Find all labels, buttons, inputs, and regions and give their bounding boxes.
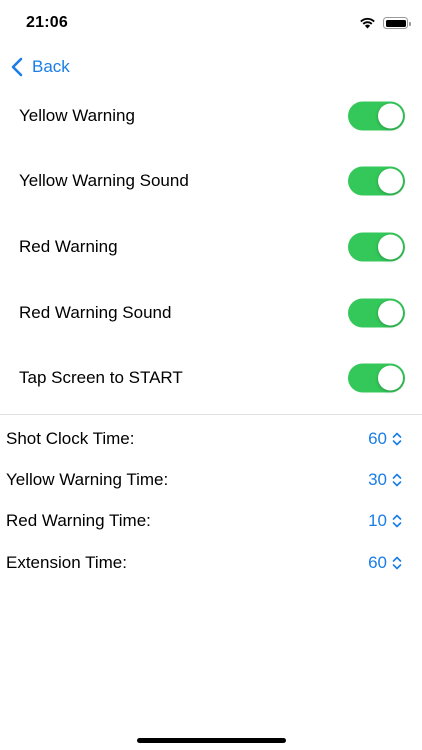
battery-level bbox=[385, 19, 406, 27]
yellow-warning-switch[interactable] bbox=[348, 101, 405, 131]
back-button[interactable]: Back bbox=[10, 55, 70, 79]
status-bar: 21:06 bbox=[0, 0, 422, 50]
battery-icon bbox=[383, 17, 411, 29]
red-warning-switch[interactable] bbox=[348, 232, 405, 262]
toggle-label: Tap Screen to START bbox=[19, 368, 183, 388]
picker-label: Extension Time: bbox=[6, 552, 127, 572]
tap-screen-to-start-switch[interactable] bbox=[348, 363, 405, 393]
section-divider bbox=[0, 414, 422, 415]
shot-clock-time-picker[interactable]: 60 bbox=[368, 429, 402, 449]
red-warning-sound-switch[interactable] bbox=[348, 298, 405, 328]
red-warning-time-picker[interactable]: 10 bbox=[368, 511, 402, 531]
extension-time-picker[interactable]: 60 bbox=[368, 553, 402, 573]
chevron-up-down-icon bbox=[392, 473, 402, 487]
status-icons bbox=[359, 17, 411, 29]
toggle-row-red-warning: Red Warning bbox=[0, 214, 422, 280]
yellow-warning-time-picker[interactable]: 30 bbox=[368, 470, 402, 490]
picker-row-shot-clock-time: Shot Clock Time: 60 bbox=[0, 418, 422, 459]
toggle-row-yellow-warning-sound: Yellow Warning Sound bbox=[0, 149, 422, 215]
toggle-label: Yellow Warning bbox=[19, 105, 135, 125]
switch-knob bbox=[378, 234, 403, 260]
switch-knob bbox=[378, 168, 403, 194]
toggle-label: Yellow Warning Sound bbox=[19, 171, 189, 191]
toggle-row-red-warning-sound: Red Warning Sound bbox=[0, 280, 422, 346]
picker-label: Yellow Warning Time: bbox=[6, 469, 169, 489]
home-indicator[interactable] bbox=[137, 738, 286, 743]
toggle-settings-list: Yellow Warning Yellow Warning Sound Red … bbox=[0, 83, 422, 411]
chevron-up-down-icon bbox=[392, 514, 402, 528]
toggle-row-yellow-warning: Yellow Warning bbox=[0, 83, 422, 149]
wifi-icon bbox=[359, 17, 376, 29]
picker-row-extension-time: Extension Time: 60 bbox=[0, 542, 422, 583]
switch-knob bbox=[378, 365, 403, 391]
back-label: Back bbox=[32, 57, 70, 76]
yellow-warning-sound-switch[interactable] bbox=[348, 166, 405, 196]
toggle-label: Red Warning Sound bbox=[19, 302, 172, 322]
picker-value: 60 bbox=[368, 428, 387, 448]
picker-value: 30 bbox=[368, 469, 387, 489]
battery-nub bbox=[409, 21, 411, 26]
picker-label: Shot Clock Time: bbox=[6, 428, 135, 448]
picker-row-red-warning-time: Red Warning Time: 10 bbox=[0, 501, 422, 542]
picker-value: 10 bbox=[368, 511, 387, 531]
status-time: 21:06 bbox=[26, 14, 68, 31]
toggle-label: Red Warning bbox=[19, 236, 118, 256]
picker-value: 60 bbox=[368, 552, 387, 572]
switch-knob bbox=[378, 300, 403, 326]
chevron-left-icon bbox=[10, 57, 23, 77]
switch-knob bbox=[378, 103, 403, 129]
picker-label: Red Warning Time: bbox=[6, 511, 151, 531]
toggle-row-tap-screen-to-start: Tap Screen to START bbox=[0, 345, 422, 411]
picker-row-yellow-warning-time: Yellow Warning Time: 30 bbox=[0, 459, 422, 500]
chevron-up-down-icon bbox=[392, 556, 402, 570]
time-settings-list: Shot Clock Time: 60 Yellow Warning Time:… bbox=[0, 418, 422, 583]
chevron-up-down-icon bbox=[392, 432, 402, 446]
